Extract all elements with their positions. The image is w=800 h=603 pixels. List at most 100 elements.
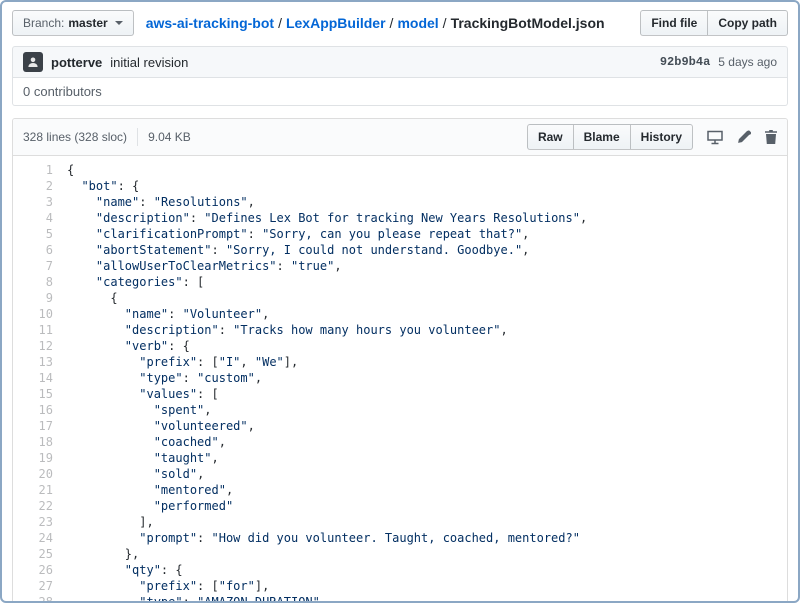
code-line: 17 "volunteered", xyxy=(13,418,787,434)
line-number[interactable]: 21 xyxy=(13,482,67,498)
code-line: 27 "prefix": ["for"], xyxy=(13,578,787,594)
line-number[interactable]: 27 xyxy=(13,578,67,594)
code-line: 20 "sold", xyxy=(13,466,787,482)
file-lines-info: 328 lines (328 sloc) xyxy=(23,130,128,144)
breadcrumb-repo-link[interactable]: aws-ai-tracking-bot xyxy=(146,15,274,31)
avatar[interactable] xyxy=(23,52,43,72)
line-content: "spent", xyxy=(153,403,212,417)
line-number[interactable]: 5 xyxy=(13,226,67,242)
line-number[interactable]: 13 xyxy=(13,354,67,370)
line-number[interactable]: 10 xyxy=(13,306,67,322)
file-header: 328 lines (328 sloc) 9.04 KB Raw Blame H… xyxy=(13,119,787,156)
line-content: "bot": { xyxy=(81,179,140,193)
chevron-down-icon xyxy=(114,21,123,25)
line-number[interactable]: 14 xyxy=(13,370,67,386)
code-line: 26 "qty": { xyxy=(13,562,787,578)
code-line: 10 "name": "Volunteer", xyxy=(13,306,787,322)
current-file-name: TrackingBotModel.json xyxy=(450,15,605,31)
code-line: 11 "description": "Tracks how many hours… xyxy=(13,322,787,338)
file-info: 328 lines (328 sloc) 9.04 KB xyxy=(23,128,191,146)
line-content: "performed" xyxy=(153,499,234,513)
line-content: "name": "Volunteer", xyxy=(124,307,270,321)
line-number[interactable]: 8 xyxy=(13,274,67,290)
line-content: "name": "Resolutions", xyxy=(95,195,255,209)
line-number[interactable]: 18 xyxy=(13,434,67,450)
line-number[interactable]: 9 xyxy=(13,290,67,306)
code-line: 19 "taught", xyxy=(13,450,787,466)
line-content: "volunteered", xyxy=(153,419,255,433)
line-number[interactable]: 19 xyxy=(13,450,67,466)
line-number[interactable]: 22 xyxy=(13,498,67,514)
code-line: 5 "clarificationPrompt": "Sorry, can you… xyxy=(13,226,787,242)
breadcrumb-separator: / xyxy=(278,15,282,31)
line-content: "categories": [ xyxy=(95,275,205,289)
line-number[interactable]: 28 xyxy=(13,594,67,601)
open-in-desktop-icon[interactable] xyxy=(707,130,723,145)
line-content: { xyxy=(67,163,75,177)
breadcrumb-dir-link-1[interactable]: LexAppBuilder xyxy=(286,15,386,31)
line-number[interactable]: 4 xyxy=(13,210,67,226)
line-content: "prefix": ["for"], xyxy=(139,579,270,593)
line-content: "mentored", xyxy=(153,483,234,497)
breadcrumb-separator: / xyxy=(442,15,447,31)
line-content: "taught", xyxy=(153,451,219,465)
history-button[interactable]: History xyxy=(629,124,693,150)
line-number[interactable]: 11 xyxy=(13,322,67,338)
code-lines: 1 { 2 "bot": { 3 "name": "Resolutions", … xyxy=(13,162,787,603)
github-file-page: Branch: master aws-ai-tracking-bot / LexAp… xyxy=(0,0,800,603)
line-content: "type": "AMAZON.DURATION", xyxy=(139,595,328,603)
code-line: 12 "verb": { xyxy=(13,338,787,354)
breadcrumb-separator: / xyxy=(389,15,394,31)
delete-trash-icon[interactable] xyxy=(765,130,777,144)
file-box: 328 lines (328 sloc) 9.04 KB Raw Blame H… xyxy=(12,118,788,603)
commit-sha-link[interactable]: 92b9b4a xyxy=(660,55,710,69)
code-line: 15 "values": [ xyxy=(13,386,787,402)
edit-pencil-icon[interactable] xyxy=(737,130,751,144)
contributors-bar[interactable]: 0 contributors xyxy=(12,78,788,106)
person-icon xyxy=(28,57,38,67)
code-line: 25 }, xyxy=(13,546,787,562)
line-number[interactable]: 25 xyxy=(13,546,67,562)
commit-message-link[interactable]: initial revision xyxy=(110,55,188,70)
branch-label: Branch: xyxy=(23,16,65,30)
line-number[interactable]: 16 xyxy=(13,402,67,418)
copy-path-button[interactable]: Copy path xyxy=(707,10,788,36)
line-number[interactable]: 23 xyxy=(13,514,67,530)
contributors-label: 0 contributors xyxy=(23,84,102,99)
line-number[interactable]: 20 xyxy=(13,466,67,482)
branch-selector-button[interactable]: Branch: master xyxy=(12,10,134,36)
breadcrumb: aws-ai-tracking-bot / LexAppBuilder / model /… xyxy=(146,15,641,31)
find-file-button[interactable]: Find file xyxy=(640,10,709,36)
commit-date: 5 days ago xyxy=(718,55,777,69)
line-number[interactable]: 12 xyxy=(13,338,67,354)
line-number[interactable]: 3 xyxy=(13,194,67,210)
code-line: 1 { xyxy=(13,162,787,178)
line-number[interactable]: 17 xyxy=(13,418,67,434)
code-line: 8 "categories": [ xyxy=(13,274,787,290)
line-number[interactable]: 24 xyxy=(13,530,67,546)
line-content: "prompt": "How did you volunteer. Taught… xyxy=(139,531,580,545)
line-content: "allowUserToClearMetrics": "true", xyxy=(95,259,342,273)
line-content: "coached", xyxy=(153,435,226,449)
line-number[interactable]: 26 xyxy=(13,562,67,578)
code-line: 13 "prefix": ["I", "We"], xyxy=(13,354,787,370)
commit-author-link[interactable]: potterve xyxy=(51,55,102,70)
breadcrumb-dir-link-2[interactable]: model xyxy=(397,15,438,31)
blame-button[interactable]: Blame xyxy=(572,124,631,150)
code-line: 2 "bot": { xyxy=(13,178,787,194)
file-navigation-bar: Branch: master aws-ai-tracking-bot / LexAp… xyxy=(12,10,788,36)
line-number[interactable]: 1 xyxy=(13,162,67,178)
code-line: 6 "abortStatement": "Sorry, I could not … xyxy=(13,242,787,258)
code-line: 18 "coached", xyxy=(13,434,787,450)
file-size: 9.04 KB xyxy=(148,130,191,144)
raw-button[interactable]: Raw xyxy=(526,124,574,150)
code-line: 16 "spent", xyxy=(13,402,787,418)
code-line: 28 "type": "AMAZON.DURATION", xyxy=(13,594,787,603)
code-line: 21 "mentored", xyxy=(13,482,787,498)
line-content: "description": "Defines Lex Bot for trac… xyxy=(95,211,588,225)
line-number[interactable]: 2 xyxy=(13,178,67,194)
file-info-divider xyxy=(137,128,139,146)
line-number[interactable]: 6 xyxy=(13,242,67,258)
line-number[interactable]: 7 xyxy=(13,258,67,274)
line-number[interactable]: 15 xyxy=(13,386,67,402)
